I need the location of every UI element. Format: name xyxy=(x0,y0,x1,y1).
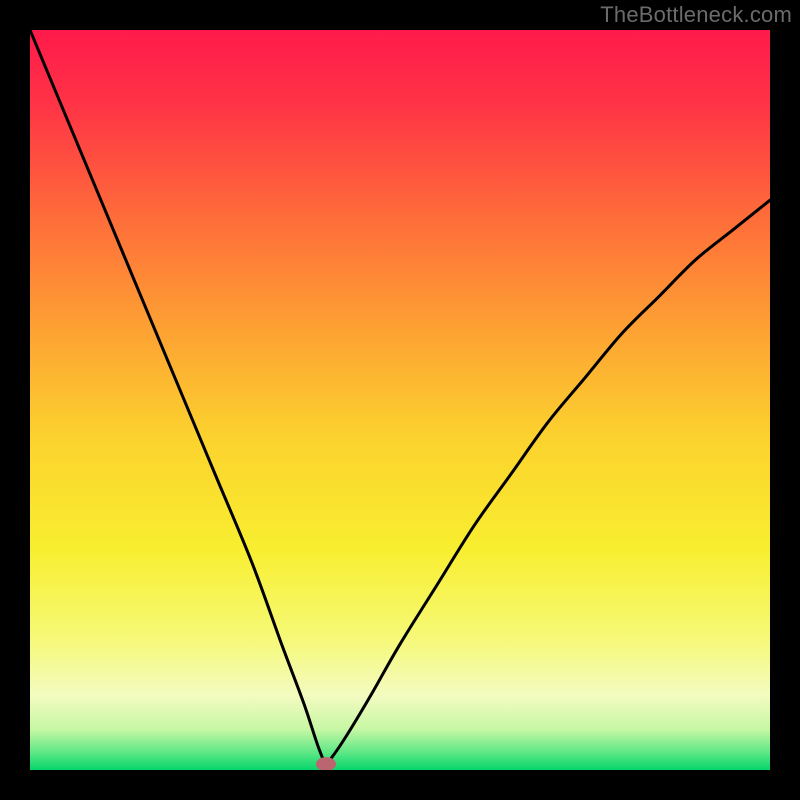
watermark-text: TheBottleneck.com xyxy=(600,2,792,28)
gradient-background xyxy=(30,30,770,770)
bottleneck-chart xyxy=(30,30,770,770)
chart-plot-area xyxy=(30,30,770,770)
